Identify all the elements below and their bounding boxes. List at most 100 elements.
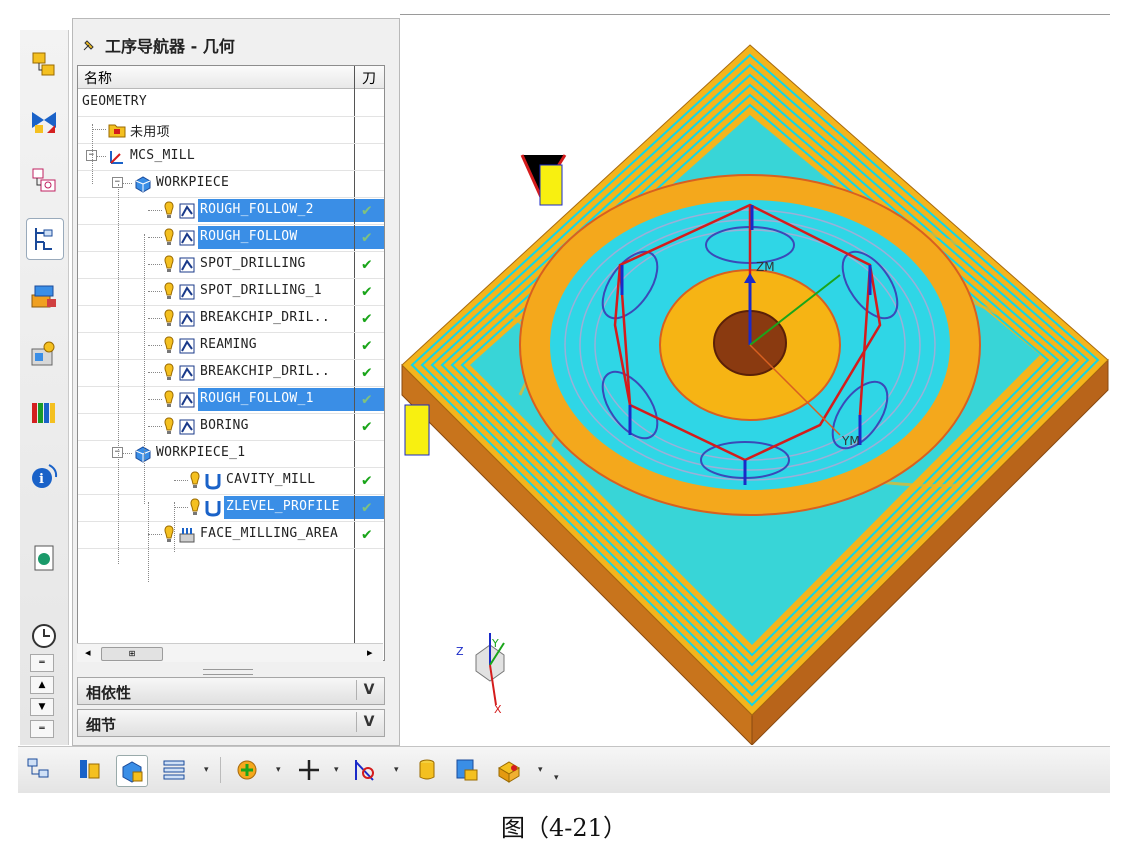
status-bulb-icon: [164, 363, 174, 381]
panel-splitter[interactable]: [203, 669, 253, 675]
workpiece-display-button[interactable]: [494, 755, 524, 785]
constraint-navigator-button[interactable]: [26, 102, 62, 142]
status-check-icon: ✔: [362, 389, 372, 408]
operation-icon: [178, 283, 196, 301]
tree-row-label: MCS_MILL: [130, 148, 196, 163]
status-check-icon: ✔: [362, 335, 372, 354]
palette-button[interactable]: [26, 392, 62, 432]
tree-guide-line: [144, 234, 146, 504]
tree-row[interactable]: − WORKPIECE_1: [78, 440, 384, 468]
operation-icon: [178, 364, 196, 382]
view-triad: Z Y X: [456, 633, 505, 716]
status-check-icon: ✔: [362, 254, 372, 273]
view-dropdown-icon[interactable]: ▾: [204, 765, 209, 775]
plus-icon: [299, 760, 319, 780]
tree-row[interactable]: 未用项: [78, 116, 384, 144]
scroll-bottom-button[interactable]: ═: [30, 720, 54, 738]
tree-connector: [174, 507, 188, 509]
status-check-icon: ✔: [362, 362, 372, 381]
tree-row[interactable]: ZLEVEL_PROFILE ✔: [78, 494, 384, 522]
create-method-button[interactable]: [412, 755, 442, 785]
tree-row[interactable]: BREAKCHIP_DRIL.. ✔: [78, 359, 384, 387]
tree-row[interactable]: GEOMETRY: [78, 89, 384, 117]
tree-row[interactable]: REAMING ✔: [78, 332, 384, 360]
tree-row[interactable]: ROUGH_FOLLOW ✔: [78, 224, 384, 252]
create-program-icon: [237, 760, 257, 780]
dependencies-section[interactable]: 相依性 V: [77, 677, 385, 705]
geometry-dropdown-icon[interactable]: ▾: [394, 765, 399, 775]
machining-method-view-button[interactable]: [160, 755, 190, 785]
part-navigator-button[interactable]: [26, 160, 62, 200]
resource-bar: i ═ ▲ ▼ ═: [20, 30, 69, 745]
column-header-tool[interactable]: 刀: [362, 68, 376, 88]
tree-row[interactable]: SPOT_DRILLING_1 ✔: [78, 278, 384, 306]
scroll-thumb[interactable]: ⊞: [101, 647, 163, 661]
info-icon: i: [32, 464, 58, 488]
scroll-down-button[interactable]: ▼: [30, 698, 54, 716]
tree-row[interactable]: BORING ✔: [78, 413, 384, 441]
create-dropdown-icon[interactable]: ▾: [276, 765, 281, 775]
create-geometry-button[interactable]: [350, 755, 380, 785]
status-bulb-icon: [164, 201, 174, 219]
graphics-viewport[interactable]: ZM YM Z Y X: [400, 15, 1110, 747]
program-order-view-button[interactable]: [24, 755, 54, 785]
toolbar-options-icon[interactable]: ▾: [554, 773, 559, 783]
tree-connector: [174, 480, 188, 482]
machine-tool-view-button[interactable]: [76, 755, 106, 785]
create-program-button[interactable]: [232, 755, 262, 785]
information-button[interactable]: i: [26, 456, 62, 496]
chevron-down-icon[interactable]: V: [356, 680, 381, 700]
operation-icon: [134, 175, 152, 193]
reuse-library-icon: [31, 341, 55, 366]
tree-row[interactable]: − MCS_MILL: [78, 143, 384, 171]
operation-tree[interactable]: 名称 刀 GEOMETRY 未用项 − MCS_MILL − WORKPIECE ROUGH…: [77, 65, 385, 661]
geometry-view-button[interactable]: [116, 755, 148, 787]
tree-row[interactable]: SPOT_DRILLING ✔: [78, 251, 384, 279]
status-check-icon: ✔: [362, 497, 372, 516]
scroll-left-icon[interactable]: ◂: [85, 646, 91, 659]
scroll-top-button[interactable]: ═: [30, 654, 54, 672]
tree-row[interactable]: − WORKPIECE: [78, 170, 384, 198]
assembly-navigator-button[interactable]: [26, 44, 62, 84]
program-order-icon: [27, 758, 49, 778]
tree-row[interactable]: CAVITY_MILL ✔: [78, 467, 384, 495]
tree-row[interactable]: ROUGH_FOLLOW_2 ✔: [78, 197, 384, 225]
column-header-name[interactable]: 名称: [84, 68, 112, 88]
scroll-right-icon[interactable]: ▸: [367, 646, 373, 659]
create-operation-button[interactable]: [452, 755, 482, 785]
toolpath-model-view[interactable]: ZM YM Z Y X: [400, 15, 1110, 747]
status-check-icon: ✔: [362, 470, 372, 489]
tree-row-label: 未用项: [130, 125, 170, 140]
triad-z-label: Z: [456, 645, 464, 658]
machine-navigator-button[interactable]: [26, 276, 62, 316]
tree-guide-line: [118, 184, 120, 564]
tree-row-label: BREAKCHIP_DRIL..: [200, 310, 331, 325]
scroll-up-button[interactable]: ▲: [30, 676, 54, 694]
create-operation-icon: [456, 759, 478, 781]
tree-connector: [148, 264, 162, 266]
tree-row[interactable]: BREAKCHIP_DRIL.. ✔: [78, 305, 384, 333]
navigator-title-text: 工序导航器 - 几何: [105, 37, 235, 56]
web-browser-button[interactable]: [26, 538, 62, 578]
tree-row[interactable]: FACE_MILLING_AREA ✔: [78, 521, 384, 549]
operation-navigator-button[interactable]: [26, 218, 64, 260]
svg-text:i: i: [39, 472, 44, 487]
pin-icon[interactable]: [81, 37, 97, 53]
operation-icon: [178, 310, 196, 328]
create-tool-button[interactable]: [294, 755, 324, 785]
display-dropdown-icon[interactable]: ▾: [538, 765, 543, 775]
ym-axis-label: YM: [841, 434, 860, 448]
operation-icon: [134, 445, 152, 463]
details-section[interactable]: 细节 V: [77, 709, 385, 737]
chevron-down-icon[interactable]: V: [356, 712, 381, 732]
tree-connector: [148, 426, 162, 428]
history-button[interactable]: [26, 616, 62, 656]
tree-connector: [148, 399, 162, 401]
create-geometry-icon: [355, 760, 374, 781]
reuse-library-button[interactable]: [26, 334, 62, 374]
horizontal-scrollbar[interactable]: ◂ ⊞ ▸: [77, 643, 383, 662]
tree-row-label: REAMING: [200, 337, 257, 352]
tree-row[interactable]: ROUGH_FOLLOW_1 ✔: [78, 386, 384, 414]
tool-dropdown-icon[interactable]: ▾: [334, 765, 339, 775]
tree-connector: [148, 210, 162, 212]
